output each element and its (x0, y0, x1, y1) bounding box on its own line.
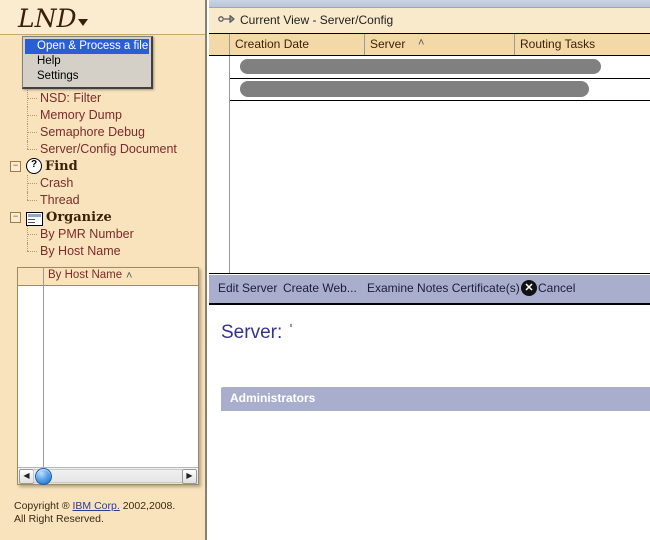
tree-guide-icon (27, 141, 39, 158)
window-list-icon (26, 212, 43, 226)
tree-item-label: By PMR Number (40, 227, 134, 241)
column-separator (364, 34, 365, 55)
column-header-creation-date[interactable]: Creation Date (235, 37, 309, 51)
tree-item-server-config-document[interactable]: Server/Config Document (0, 141, 205, 158)
app-logo-button[interactable]: LND (18, 4, 88, 33)
current-view-bar: Current View - Server/Config (209, 8, 650, 34)
server-label: Server: (221, 322, 282, 343)
expander-minus-icon[interactable]: − (10, 212, 21, 223)
document-body: Server: ˈ Administrators (209, 305, 650, 540)
tree-item-by-host-name[interactable]: By Host Name (0, 243, 205, 260)
listbox-column-header-label[interactable]: By Host Name (48, 269, 122, 281)
scroll-right-arrow-icon[interactable]: ▶ (182, 469, 197, 484)
main-panel: Current View - Server/Config Creation Da… (209, 0, 650, 540)
table-body[interactable] (209, 56, 650, 274)
edit-server-button[interactable]: Edit Server (218, 281, 277, 295)
sort-ascending-icon[interactable]: ˄ (126, 270, 132, 282)
copyright-notice: Copyright ® IBM Corp. 2002,2008. All Rig… (14, 500, 204, 526)
scrollbar-track[interactable] (33, 469, 183, 483)
tree-item-nsd-filter[interactable]: NSD: Filter (0, 90, 205, 107)
menu-item-help[interactable]: Help (25, 54, 149, 69)
window-top-strip (209, 0, 650, 8)
column-header-routing-tasks[interactable]: Routing Tasks (520, 37, 595, 51)
copyright-suffix: 2002,2008. (120, 500, 175, 512)
section-tail-notch (221, 411, 650, 420)
sidebar-inner: LND Open & Process a file Help Settings … (0, 0, 205, 540)
scrollbar-thumb[interactable] (35, 468, 52, 485)
tree-guide-icon (27, 192, 39, 209)
listbox-body-separator (43, 286, 44, 468)
copyright-prefix: Copyright ® (14, 500, 73, 512)
tree-item-label: NSD: Filter (40, 91, 101, 105)
close-circle-icon[interactable]: ✕ (521, 280, 537, 296)
tree-item-label: Memory Dump (40, 108, 122, 122)
tree-guide-icon (27, 175, 39, 192)
tree-item-label: By Host Name (40, 244, 121, 258)
tree-guide-icon (27, 243, 39, 260)
redacted-content (240, 81, 589, 97)
tree-item-thread[interactable]: Thread (0, 192, 205, 209)
ibm-corp-link[interactable]: IBM Corp. (73, 500, 120, 512)
administrators-section-header: Administrators (221, 387, 650, 411)
document-action-bar: Edit Server Create Web... Examine Notes … (209, 275, 650, 305)
column-header-server-sort-icon[interactable]: ˄ (418, 37, 424, 49)
tree-item-label: Thread (40, 193, 80, 207)
current-view-label: Current View - Server/Config (240, 13, 393, 27)
app-logo-text: LND (18, 4, 77, 33)
tree-group-label: Find (45, 159, 78, 174)
menu-item-settings[interactable]: Settings (25, 69, 149, 84)
caret-down-icon[interactable] (78, 19, 88, 26)
tree-group-find[interactable]: −?Find (0, 158, 205, 175)
question-circle-icon: ? (26, 158, 42, 174)
tree-item-by-pmr-number[interactable]: By PMR Number (0, 226, 205, 243)
tree-guide-icon (27, 107, 39, 124)
menu-item-open-process-file[interactable]: Open & Process a file (25, 39, 149, 54)
sidebar: LND Open & Process a file Help Settings … (0, 0, 207, 540)
table-row[interactable] (230, 56, 650, 79)
listbox-horizontal-scrollbar[interactable]: ◀ ▶ (18, 467, 198, 484)
arrow-right-icon (218, 14, 236, 26)
application-window: LND Open & Process a file Help Settings … (0, 0, 650, 540)
examine-notes-certificates-button[interactable]: Examine Notes Certificate(s) (367, 281, 520, 295)
app-menu-dropdown[interactable]: Open & Process a file Help Settings (22, 36, 153, 89)
listbox-body[interactable] (18, 286, 198, 468)
tree-guide-icon (27, 90, 39, 107)
tree-item-label: Server/Config Document (40, 142, 177, 156)
scroll-left-arrow-icon[interactable]: ◀ (19, 469, 34, 484)
column-separator (514, 34, 515, 55)
tree-guide-icon (27, 226, 39, 243)
table-row[interactable] (230, 78, 650, 101)
listbox-header: By Host Name ˄ (18, 268, 198, 286)
expander-minus-icon[interactable]: − (10, 161, 21, 172)
tree-group-organize[interactable]: − Organize (0, 209, 205, 226)
cancel-button[interactable]: Cancel (538, 281, 575, 295)
host-name-listbox[interactable]: By Host Name ˄ ◀ ▶ (17, 267, 199, 485)
logo-bar: LND (0, 0, 205, 35)
create-web-button[interactable]: Create Web... (283, 281, 357, 295)
tree-item-memory-dump[interactable]: Memory Dump (0, 107, 205, 124)
server-title: Server: ˈ (221, 322, 294, 344)
column-header-server[interactable]: Server (370, 37, 405, 51)
table-column-headers: Creation Date Server ˄ Routing Tasks (209, 34, 650, 56)
redacted-content (240, 59, 601, 74)
tree-item-crash[interactable]: Crash (0, 175, 205, 192)
tree-item-semaphore-debug[interactable]: Semaphore Debug (0, 124, 205, 141)
copyright-line2: All Right Reserved. (14, 513, 104, 525)
tree-guide-icon (27, 124, 39, 141)
administrators-section-tail (221, 411, 650, 420)
column-separator (229, 34, 230, 55)
tree-group-label: Organize (46, 210, 112, 225)
tree-item-label: Semaphore Debug (40, 125, 145, 139)
tree-item-label: Crash (40, 176, 73, 190)
server-value[interactable]: ˈ (286, 322, 294, 343)
administrators-section-title: Administrators (230, 391, 315, 405)
